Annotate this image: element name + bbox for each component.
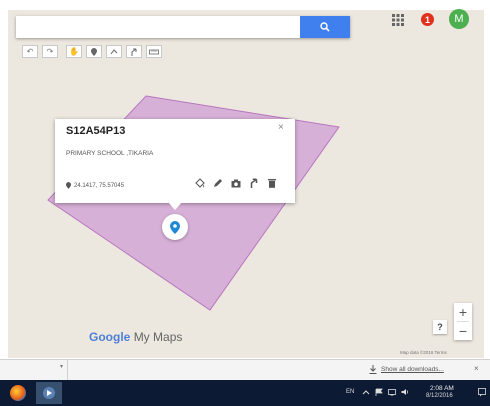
ruler-icon bbox=[149, 49, 159, 54]
add-photo-button[interactable] bbox=[231, 178, 241, 188]
measure-button[interactable] bbox=[146, 45, 162, 58]
delete-button[interactable] bbox=[267, 178, 277, 188]
show-all-downloads-link[interactable]: Show all downloads... bbox=[381, 366, 444, 373]
network-icon[interactable] bbox=[388, 388, 396, 396]
avatar[interactable]: M bbox=[449, 9, 469, 29]
search-box bbox=[16, 16, 350, 38]
chevron-up-icon[interactable] bbox=[362, 388, 370, 396]
undo-icon: ↶ bbox=[26, 46, 34, 56]
add-marker-button[interactable] bbox=[86, 45, 102, 58]
camera-icon bbox=[231, 179, 241, 187]
action-center-icon[interactable] bbox=[478, 388, 486, 397]
notification-badge[interactable]: 1 bbox=[421, 13, 434, 26]
hand-icon: ✋ bbox=[69, 46, 79, 56]
download-bar: ▾ Show all downloads... × bbox=[0, 359, 490, 380]
download-icon bbox=[369, 365, 377, 374]
zoom-in-button[interactable]: + bbox=[454, 303, 472, 321]
language-indicator[interactable]: EN bbox=[346, 389, 354, 395]
clock-time[interactable]: 2:08 AM bbox=[430, 385, 454, 393]
system-tray bbox=[362, 388, 409, 396]
pencil-icon bbox=[214, 179, 222, 187]
location-pin-icon bbox=[170, 220, 180, 234]
map-attribution[interactable]: Map data ©2016 Terms bbox=[400, 350, 447, 355]
pin-icon bbox=[91, 47, 97, 56]
place-marker[interactable] bbox=[162, 214, 188, 240]
pin-icon bbox=[66, 182, 71, 189]
edit-button[interactable] bbox=[213, 178, 223, 188]
style-button[interactable] bbox=[195, 178, 205, 188]
place-description: PRIMARY SCHOOL ,TIKARIA bbox=[66, 150, 154, 157]
directions-button[interactable] bbox=[249, 178, 259, 188]
search-button[interactable] bbox=[300, 16, 350, 38]
card-actions bbox=[195, 178, 277, 188]
place-title: S12A54P13 bbox=[66, 125, 126, 137]
place-info-card: S12A54P13 × PRIMARY SCHOOL ,TIKARIA 24.1… bbox=[55, 119, 295, 203]
zoom-control: + − bbox=[454, 303, 472, 340]
draw-line-icon bbox=[110, 48, 118, 54]
search-icon bbox=[320, 22, 330, 32]
directions-icon bbox=[250, 178, 258, 188]
close-icon[interactable]: × bbox=[474, 364, 479, 373]
redo-button[interactable]: ↷ bbox=[42, 45, 58, 58]
select-tool-button[interactable]: ✋ bbox=[66, 45, 82, 58]
media-app-button[interactable] bbox=[36, 382, 62, 404]
browser-app-icon[interactable] bbox=[10, 385, 26, 401]
apps-grid-icon[interactable] bbox=[392, 14, 404, 26]
draw-line-button[interactable] bbox=[106, 45, 122, 58]
zoom-out-button[interactable]: − bbox=[454, 322, 472, 340]
windows-taskbar: EN 2:08 AM 8/12/2016 bbox=[0, 380, 490, 406]
redo-icon: ↷ bbox=[46, 46, 54, 56]
search-input[interactable] bbox=[16, 16, 300, 38]
undo-button[interactable]: ↶ bbox=[22, 45, 38, 58]
paint-bucket-icon bbox=[195, 178, 205, 188]
directions-icon bbox=[131, 48, 137, 56]
trash-icon bbox=[268, 179, 276, 188]
flag-icon[interactable] bbox=[375, 388, 383, 396]
map-toolbar: ↶ ↷ ✋ bbox=[22, 45, 162, 58]
clock-date[interactable]: 8/12/2016 bbox=[426, 393, 453, 399]
volume-icon[interactable] bbox=[401, 388, 409, 396]
google-my-maps-logo: Google My Maps bbox=[89, 330, 183, 344]
info-card-pointer bbox=[168, 202, 182, 210]
close-icon[interactable]: × bbox=[278, 122, 284, 133]
coordinates-text: 24.1417, 75.57045 bbox=[74, 182, 125, 189]
media-player-icon bbox=[43, 387, 55, 399]
chevron-down-icon[interactable]: ▾ bbox=[60, 363, 63, 370]
directions-button[interactable] bbox=[126, 45, 142, 58]
coordinates-row: 24.1417, 75.57045 bbox=[66, 182, 124, 189]
help-button[interactable]: ? bbox=[433, 320, 447, 334]
download-item[interactable]: ▾ bbox=[0, 360, 68, 380]
